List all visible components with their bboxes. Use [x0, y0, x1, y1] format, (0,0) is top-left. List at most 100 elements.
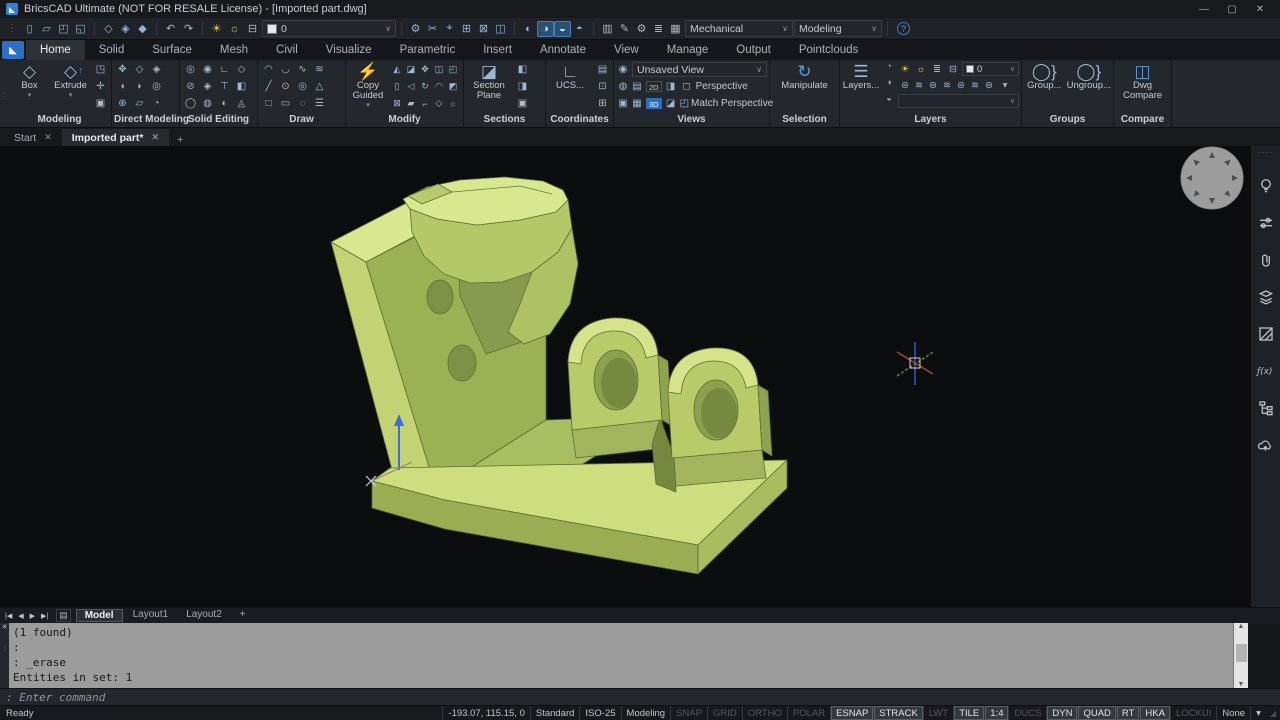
- views-tool-icon[interactable]: ◪: [664, 98, 678, 109]
- modeling-tool-icon[interactable]: ◳: [92, 61, 109, 78]
- layer-state-icon[interactable]: ⊜: [926, 80, 940, 91]
- status-toggle[interactable]: None: [1216, 706, 1250, 720]
- views-tool-icon[interactable]: ▦: [630, 98, 644, 109]
- layer-print-icon[interactable]: ⊟: [946, 64, 960, 75]
- panel-tool-icon[interactable]: ▦: [667, 21, 684, 37]
- solid-editing-tool-icon[interactable]: ◇: [233, 61, 250, 78]
- modify-tool-icon[interactable]: ↻: [418, 78, 432, 95]
- layer-tool-icon[interactable]: ◑: [882, 77, 896, 93]
- block-tool-icon[interactable]: ◆: [134, 21, 151, 37]
- file-tool-icon[interactable]: ◰: [55, 21, 72, 37]
- part-bracket[interactable]: [330, 176, 788, 575]
- layer-on-icon[interactable]: ☀: [898, 64, 912, 75]
- edit-tool-icon[interactable]: ◫: [492, 21, 509, 37]
- panel-drag-handle[interactable]: ····: [1258, 148, 1273, 160]
- direct-modeling-tool-icon[interactable]: ◈: [148, 61, 165, 78]
- status-toggle[interactable]: HKA: [1139, 706, 1170, 720]
- attachments-paperclip-icon[interactable]: [1255, 249, 1277, 271]
- layer-state-select[interactable]: ∨: [898, 94, 1019, 108]
- draw-tool-icon[interactable]: ⊙: [277, 78, 294, 95]
- viewport-canvas[interactable]: [0, 146, 1250, 607]
- ribbon-tab[interactable]: Mesh: [206, 40, 262, 60]
- layer-tool-icon[interactable]: ◔: [882, 61, 896, 77]
- modify-tool-icon[interactable]: ◇: [432, 95, 446, 112]
- status-toggle[interactable]: SNAP: [670, 706, 707, 720]
- structure-tree-icon[interactable]: [1255, 397, 1277, 419]
- edit-tool-icon[interactable]: ⌖: [441, 21, 458, 37]
- group-button[interactable]: ◯} Group...: [1024, 61, 1065, 113]
- cloud-upload-icon[interactable]: [1255, 434, 1277, 456]
- view-select[interactable]: Unsaved View ∨: [632, 62, 767, 77]
- sections-tool-icon[interactable]: ▣: [514, 95, 531, 112]
- application-button[interactable]: ◣: [2, 41, 24, 59]
- solid-editing-tool-icon[interactable]: ⊤: [216, 78, 233, 95]
- views-tool-icon[interactable]: ◍: [616, 81, 630, 92]
- modify-tool-icon[interactable]: ◩: [446, 78, 460, 95]
- layer-state-icon[interactable]: ⊜: [982, 80, 996, 91]
- 2d-wireframe-chip[interactable]: 2D: [646, 81, 662, 92]
- section-plane-button[interactable]: ◪ Section Plane: [466, 61, 512, 113]
- ribbon-tab[interactable]: View: [600, 40, 653, 60]
- ribbon-tab[interactable]: Annotate: [526, 40, 600, 60]
- perspective-toggle[interactable]: Perspective: [696, 81, 748, 92]
- sections-tool-icon[interactable]: ◨: [514, 78, 531, 95]
- file-tool-icon[interactable]: ◱: [72, 21, 89, 37]
- modeling-tool-icon[interactable]: ▣: [92, 95, 109, 112]
- direct-modeling-tool-icon[interactable]: ◗: [131, 78, 148, 95]
- command-scrollbar[interactable]: ▲ ▼: [1233, 623, 1248, 688]
- status-toggle[interactable]: -193.07, 115.15, 0: [442, 706, 529, 720]
- ribbon-grip[interactable]: ⋮: [0, 60, 9, 127]
- solid-editing-tool-icon[interactable]: ◯: [182, 95, 199, 112]
- render-mode-icon[interactable]: ◒: [554, 20, 571, 37]
- draw-tool-icon[interactable]: ▭: [277, 95, 294, 112]
- sheet-list-icon[interactable]: ▤: [56, 609, 71, 622]
- edit-tool-icon[interactable]: ⊞: [458, 21, 475, 37]
- modify-tool-icon[interactable]: ⊠: [390, 95, 404, 112]
- layer-thaw-icon[interactable]: ☼: [914, 64, 928, 75]
- modify-tool-icon[interactable]: ▰: [404, 95, 418, 112]
- draw-tool-icon[interactable]: ◎: [294, 78, 311, 95]
- modify-tool-icon[interactable]: ✥: [418, 61, 432, 78]
- solid-editing-tool-icon[interactable]: ◎: [182, 61, 199, 78]
- scroll-down-icon[interactable]: ▼: [1238, 681, 1245, 688]
- status-toggle[interactable]: Modeling: [620, 706, 671, 720]
- status-toggle[interactable]: DYN: [1046, 706, 1078, 720]
- dwg-compare-button[interactable]: ◫ Dwg Compare: [1120, 61, 1166, 113]
- layout-tab[interactable]: Layout1: [125, 609, 177, 622]
- ribbon-tab[interactable]: Pointclouds: [785, 40, 872, 60]
- modify-tool-icon[interactable]: ◠: [432, 78, 446, 95]
- ribbon-tab[interactable]: Civil: [262, 40, 312, 60]
- draw-tool-icon[interactable]: ◌: [294, 95, 311, 112]
- status-toggle[interactable]: ISO-25: [579, 706, 620, 720]
- coordinates-tool-icon[interactable]: ⊡: [594, 78, 611, 95]
- draw-tool-icon[interactable]: ≋: [311, 61, 328, 78]
- direct-modeling-tool-icon[interactable]: ◖: [114, 78, 131, 95]
- modify-tool-icon[interactable]: ◰: [446, 61, 460, 78]
- profile-select[interactable]: Modeling ∨: [794, 20, 882, 37]
- ribbon-tab[interactable]: Manage: [653, 40, 723, 60]
- sections-tool-icon[interactable]: ◧: [514, 61, 531, 78]
- layer-thaw-icon[interactable]: ☼: [226, 21, 243, 37]
- new-tab-button[interactable]: +: [169, 134, 191, 146]
- tips-bulb-icon[interactable]: [1255, 175, 1277, 197]
- layers-panel-icon[interactable]: [1255, 286, 1277, 308]
- ribbon-tab[interactable]: Solid: [85, 40, 139, 60]
- render-mode-icon[interactable]: ◓: [571, 21, 588, 37]
- modify-tool-icon[interactable]: ⌐: [418, 95, 432, 112]
- draw-tool-icon[interactable]: □: [260, 95, 277, 112]
- ucs-button[interactable]: ∟ UCS...: [548, 61, 592, 113]
- layout-tab[interactable]: Layout2: [178, 609, 230, 622]
- ribbon-tab[interactable]: Home: [26, 40, 85, 60]
- status-toggle[interactable]: STRACK: [873, 706, 923, 720]
- layer-state-icon[interactable]: ≋: [968, 80, 982, 91]
- modify-tool-icon[interactable]: ◪: [404, 61, 418, 78]
- properties-sliders-icon[interactable]: [1255, 212, 1277, 234]
- toolbar-grip[interactable]: ⋮: [7, 23, 17, 34]
- status-toggle[interactable]: 1:4: [984, 706, 1009, 720]
- close-button[interactable]: ✕: [1246, 4, 1274, 15]
- layer-on-icon[interactable]: ☀: [208, 21, 225, 37]
- panel-tool-icon[interactable]: ▥: [599, 21, 616, 37]
- panel-tool-icon[interactable]: ⚙: [633, 21, 650, 37]
- workspace-select[interactable]: Mechanical ∨: [685, 20, 793, 37]
- coordinates-tool-icon[interactable]: ⊞: [594, 95, 611, 112]
